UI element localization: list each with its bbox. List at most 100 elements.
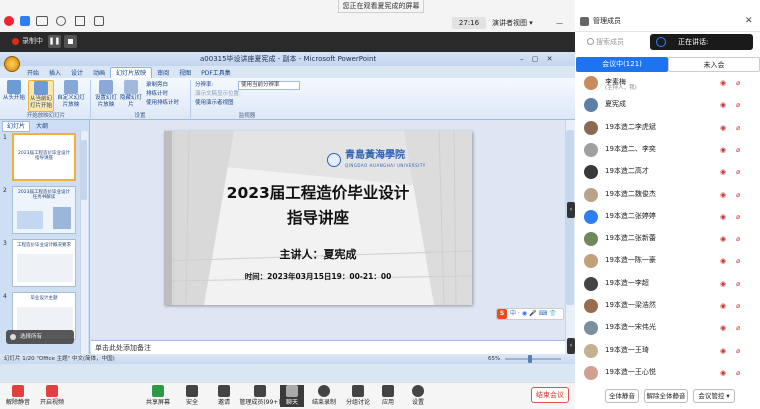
mute-all-button[interactable]: 全体静音 [605,389,639,403]
from-start-button[interactable]: 从头开始 [2,80,26,112]
participant-row[interactable]: 19本造一王心悦 ◉ ⌀ [576,364,760,384]
tab-not-joined[interactable]: 未入会 [668,57,760,72]
tab-in-meeting[interactable]: 会议中(121) [576,57,668,72]
presenter-view-checkbox[interactable]: 使用演示者视图 [195,99,234,107]
unmute-button[interactable]: 解除静音 [0,385,36,406]
expand-panel-button[interactable]: ‹ [567,338,575,354]
zoom-slider-track[interactable] [505,358,561,360]
member-search-input[interactable]: 搜索成员 [587,34,647,50]
setup-show-button[interactable]: 设置幻灯片放映 [94,80,118,112]
microphone-muted-icon[interactable]: ⌀ [736,101,740,110]
camera-off-icon[interactable]: ◉ [720,235,726,244]
rehearse-button[interactable]: 排练计时 [146,90,168,98]
pause-recording-button[interactable]: ❚❚ [48,35,61,48]
microphone-muted-icon[interactable]: ⌀ [736,257,740,266]
thumbnail-box [17,211,43,229]
microphone-muted-icon[interactable]: ⌀ [736,280,740,289]
hide-slide-icon [124,80,138,94]
camera-off-icon[interactable]: ◉ [720,191,726,200]
participant-row[interactable]: 19本造二高才 ◉ ⌀ [576,163,760,183]
slide-thumbnail-3[interactable]: 工程造价毕业设计概况要求 [12,239,76,287]
camera-off-icon[interactable]: ◉ [720,302,726,311]
collapse-panel-button[interactable]: ‹ [567,202,575,218]
participant-name: 夏宪成 [605,100,626,109]
camera-off-icon[interactable]: ◉ [720,213,726,222]
hide-slide-button[interactable]: 隐藏幻灯片 [120,80,142,112]
microphone-muted-icon[interactable]: ⌀ [736,235,740,244]
view-mode-dropdown[interactable]: 演讲者视图 ▾ [492,17,542,29]
record-narration-button[interactable]: 录制旁白 [146,81,168,89]
grid-icon[interactable] [94,16,104,26]
end-meeting-button[interactable]: 结束会议 [531,387,569,403]
microphone-muted-icon[interactable]: ⌀ [736,191,740,200]
microphone-muted-icon[interactable]: ⌀ [736,347,740,356]
custom-show-button[interactable]: 自定义幻灯片放映 [56,80,86,112]
participant-row[interactable]: 19本造一宋伟光 ◉ ⌀ [576,319,760,339]
slides-pane-scroll-thumb[interactable] [81,140,87,200]
share-screen-button[interactable]: 共享屏幕 [140,385,176,406]
participant-row[interactable]: 夏宪成 ◉ ⌀ [576,96,760,116]
signal-icon[interactable] [36,16,48,26]
participant-row[interactable]: 19本造二张婷婷 ◉ ⌀ [576,208,760,228]
unmute-all-button[interactable]: 解除全体静音 [644,389,688,403]
close-icon[interactable]: ✕ [745,13,753,30]
end-recording-button[interactable]: 结束录制 [306,385,342,406]
camera-off-icon[interactable]: ◉ [720,101,726,110]
camera-off-icon[interactable]: ◉ [720,280,726,289]
participant-row[interactable]: 19本造二魏俊杰 ◉ ⌀ [576,186,760,206]
microphone-muted-icon[interactable]: ⌀ [736,146,740,155]
participant-row[interactable]: 19本造一陈一豪 ◉ ⌀ [576,252,760,272]
participant-row[interactable]: 19本造一李超 ◉ ⌀ [576,275,760,295]
participant-row[interactable]: 19本造二李虎斌 ◉ ⌀ [576,119,760,139]
microphone-muted-icon[interactable]: ⌀ [736,369,740,378]
camera-off-icon[interactable]: ◉ [720,369,726,378]
slide-number: 1 [3,134,7,141]
top-bar [0,0,575,32]
notes-pane[interactable]: 单击此处添加备注 [91,340,565,354]
layout-icon[interactable] [75,16,85,26]
camera-off-icon[interactable]: ◉ [720,347,726,356]
participant-row[interactable]: 19本造一梁浩然 ◉ ⌀ [576,297,760,317]
camera-off-icon[interactable]: ◉ [720,146,726,155]
microphone-muted-icon[interactable]: ⌀ [736,168,740,177]
stop-recording-button[interactable] [64,35,77,48]
microphone-muted-icon[interactable]: ⌀ [736,324,740,333]
info-icon[interactable] [56,16,66,26]
slide-thumbnail-1[interactable]: 2023届工程造价毕业设计指导讲座 [12,133,76,181]
microphone-muted-icon[interactable]: ⌀ [736,124,740,133]
select-all-toast[interactable]: 选择所有 [6,330,74,344]
participant-row[interactable]: 19本造二、李奕 ◉ ⌀ [576,141,760,161]
chat-button[interactable]: 聊天 [280,385,304,407]
use-timings-checkbox[interactable]: 使用排练计时 [146,99,179,107]
security-button[interactable]: 安全 [174,385,210,406]
zoom-slider-knob[interactable] [528,355,532,363]
window-controls[interactable]: – ▢ ✕ [520,53,555,65]
settings-button[interactable]: 设置 [400,385,436,406]
shield-icon[interactable] [20,16,30,26]
camera-off-icon[interactable]: ◉ [720,79,726,88]
ime-logo-icon[interactable]: S [497,309,507,319]
microphone-muted-icon[interactable]: ⌀ [736,213,740,222]
start-video-button[interactable]: 开启视频 [34,385,70,406]
participant-row[interactable]: 19本造二张新蕾 ◉ ⌀ [576,230,760,250]
ribbon-tab[interactable]: 幻灯片放映 [110,67,153,78]
camera-off-icon[interactable]: ◉ [720,257,726,266]
invite-button[interactable]: 邀请 [206,385,242,406]
resolution-select[interactable]: 使用当前分辨率 [238,81,300,90]
meeting-control-button[interactable]: 会议管控 ▾ [693,389,735,403]
participant-row[interactable]: 19本造一王琦 ◉ ⌀ [576,342,760,362]
camera-off-icon[interactable]: ◉ [720,124,726,133]
tab-slides[interactable]: 幻灯片 [2,121,31,132]
camera-off-icon[interactable]: ◉ [720,324,726,333]
camera-off-icon[interactable]: ◉ [720,168,726,177]
zoom-level[interactable]: 65% [488,354,500,364]
from-current-button[interactable]: 从当前幻灯片开始 [28,80,54,112]
slide-thumbnail-2[interactable]: 2023届工程造价毕业设计任务书解读 [12,186,76,234]
microphone-muted-icon[interactable]: ⌀ [736,79,740,88]
participant-row[interactable]: 李素梅 (主持人，我) ◉ ⌀ [576,74,760,94]
tab-outline[interactable]: 大纲 [32,122,52,131]
minimize-icon[interactable]: — [556,17,563,29]
office-button-icon[interactable] [4,56,20,72]
manage-members-button[interactable]: 管理成员(99+) [238,385,282,406]
microphone-muted-icon[interactable]: ⌀ [736,302,740,311]
